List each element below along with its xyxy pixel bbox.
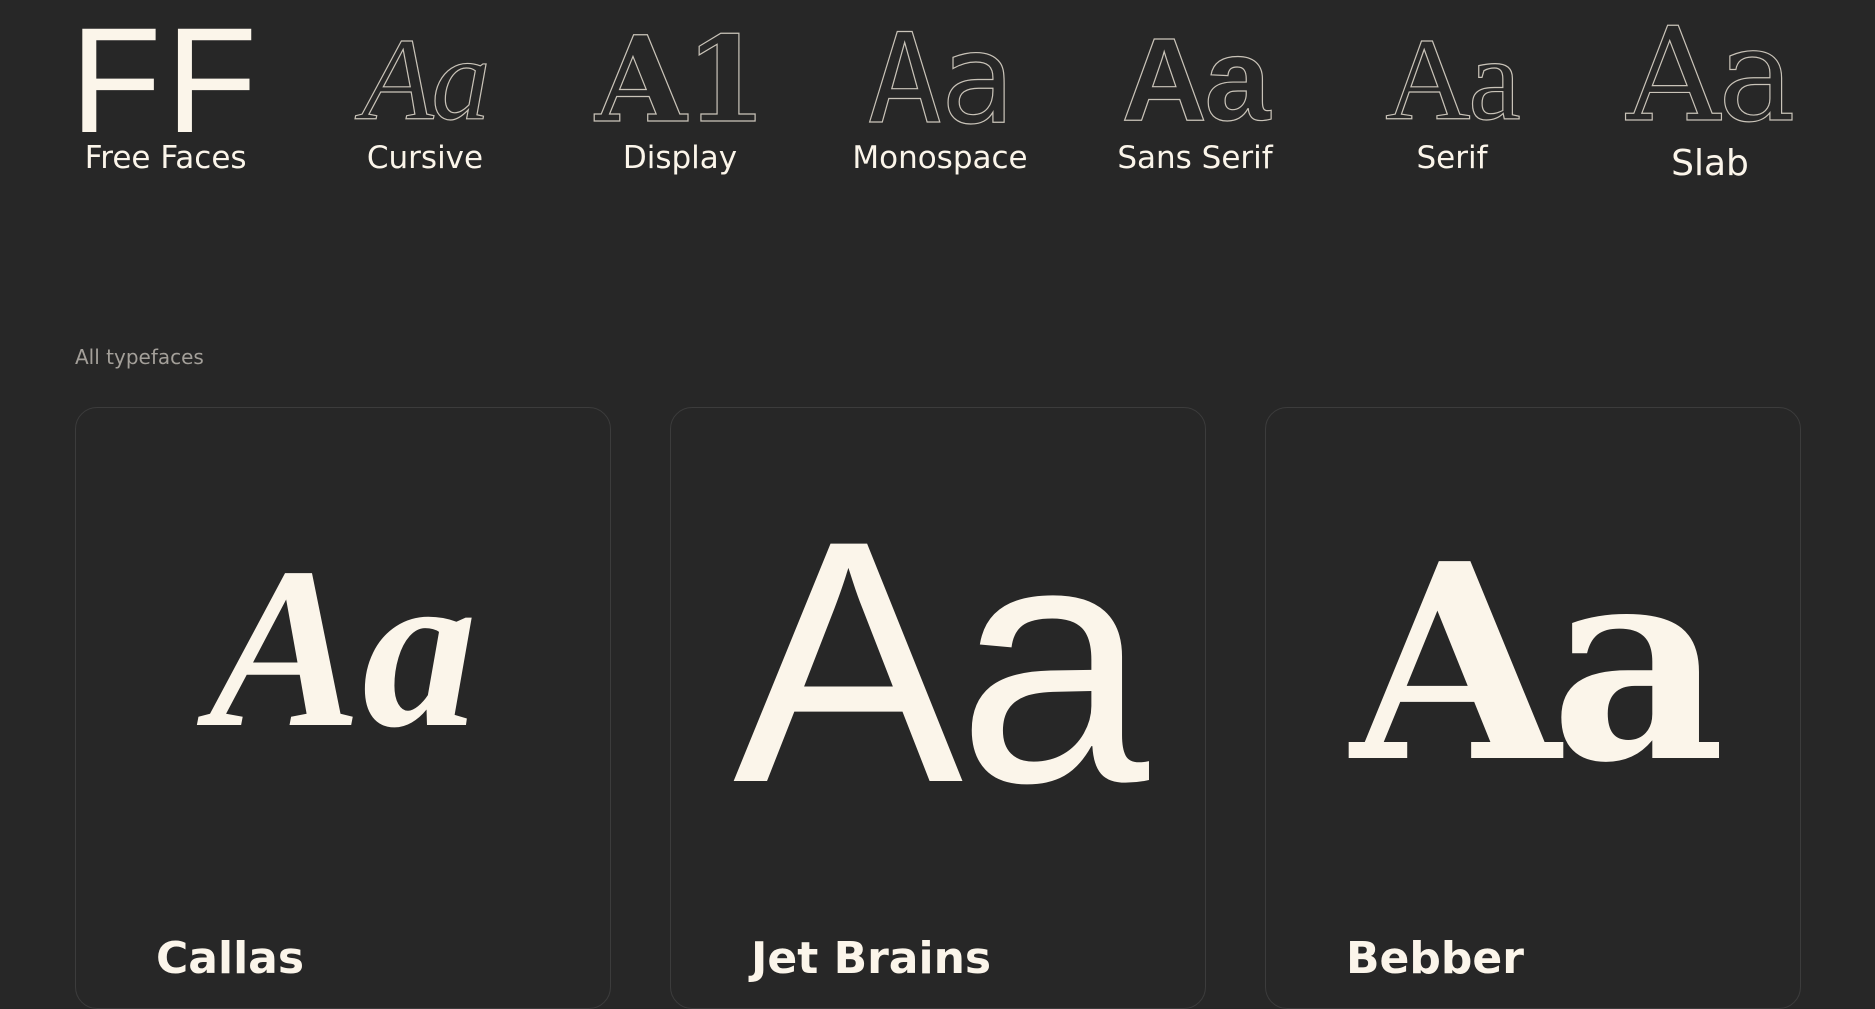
card-name-bebber: Bebber [1346, 933, 1524, 984]
typeface-card-bebber[interactable]: Aa Bebber [1265, 407, 1801, 1009]
monospace-label: Monospace [852, 140, 1028, 176]
logo-link[interactable]: FF Free Faces [70, 0, 262, 176]
serif-label: Serif [1416, 140, 1488, 176]
typeface-card-jetbrains[interactable]: Aa Jet Brains [670, 407, 1206, 1009]
display-glyph: A1 [595, 10, 768, 149]
card-glyph-jetbrains: Aa [733, 470, 1149, 855]
sans-serif-glyph: Aa [1121, 14, 1271, 146]
logo-label: Free Faces [84, 140, 247, 176]
card-name-jetbrains: Jet Brains [751, 933, 992, 984]
card-glyph-bebber: Aa [1350, 504, 1725, 822]
monospace-glyph: Aa [867, 8, 1016, 152]
typeface-card-callas[interactable]: Aa Callas [75, 407, 611, 1009]
section-label: All typefaces [75, 345, 204, 369]
card-name-callas: Callas [156, 933, 305, 984]
nav-item-sans-serif[interactable]: Aa Sans Serif [1100, 14, 1290, 176]
card-glyph-callas: Aa [208, 520, 478, 775]
category-nav: FF Free Faces Aa Cursive A1 Display Aa M… [0, 0, 1875, 220]
nav-item-cursive[interactable]: Aa Cursive [330, 14, 520, 176]
logo-glyph: FF [70, 0, 262, 164]
nav-item-slab[interactable]: Aa Slab [1595, 0, 1825, 184]
nav-item-monospace[interactable]: Aa Monospace [845, 8, 1035, 176]
cursive-label: Cursive [366, 140, 484, 176]
nav-item-display[interactable]: A1 Display [585, 10, 775, 176]
slab-glyph: Aa [1626, 0, 1797, 151]
cursive-glyph: Aa [361, 14, 491, 145]
sans-serif-label: Sans Serif [1117, 140, 1273, 176]
serif-glyph: Aa [1385, 14, 1522, 145]
nav-item-serif[interactable]: Aa Serif [1357, 14, 1547, 176]
